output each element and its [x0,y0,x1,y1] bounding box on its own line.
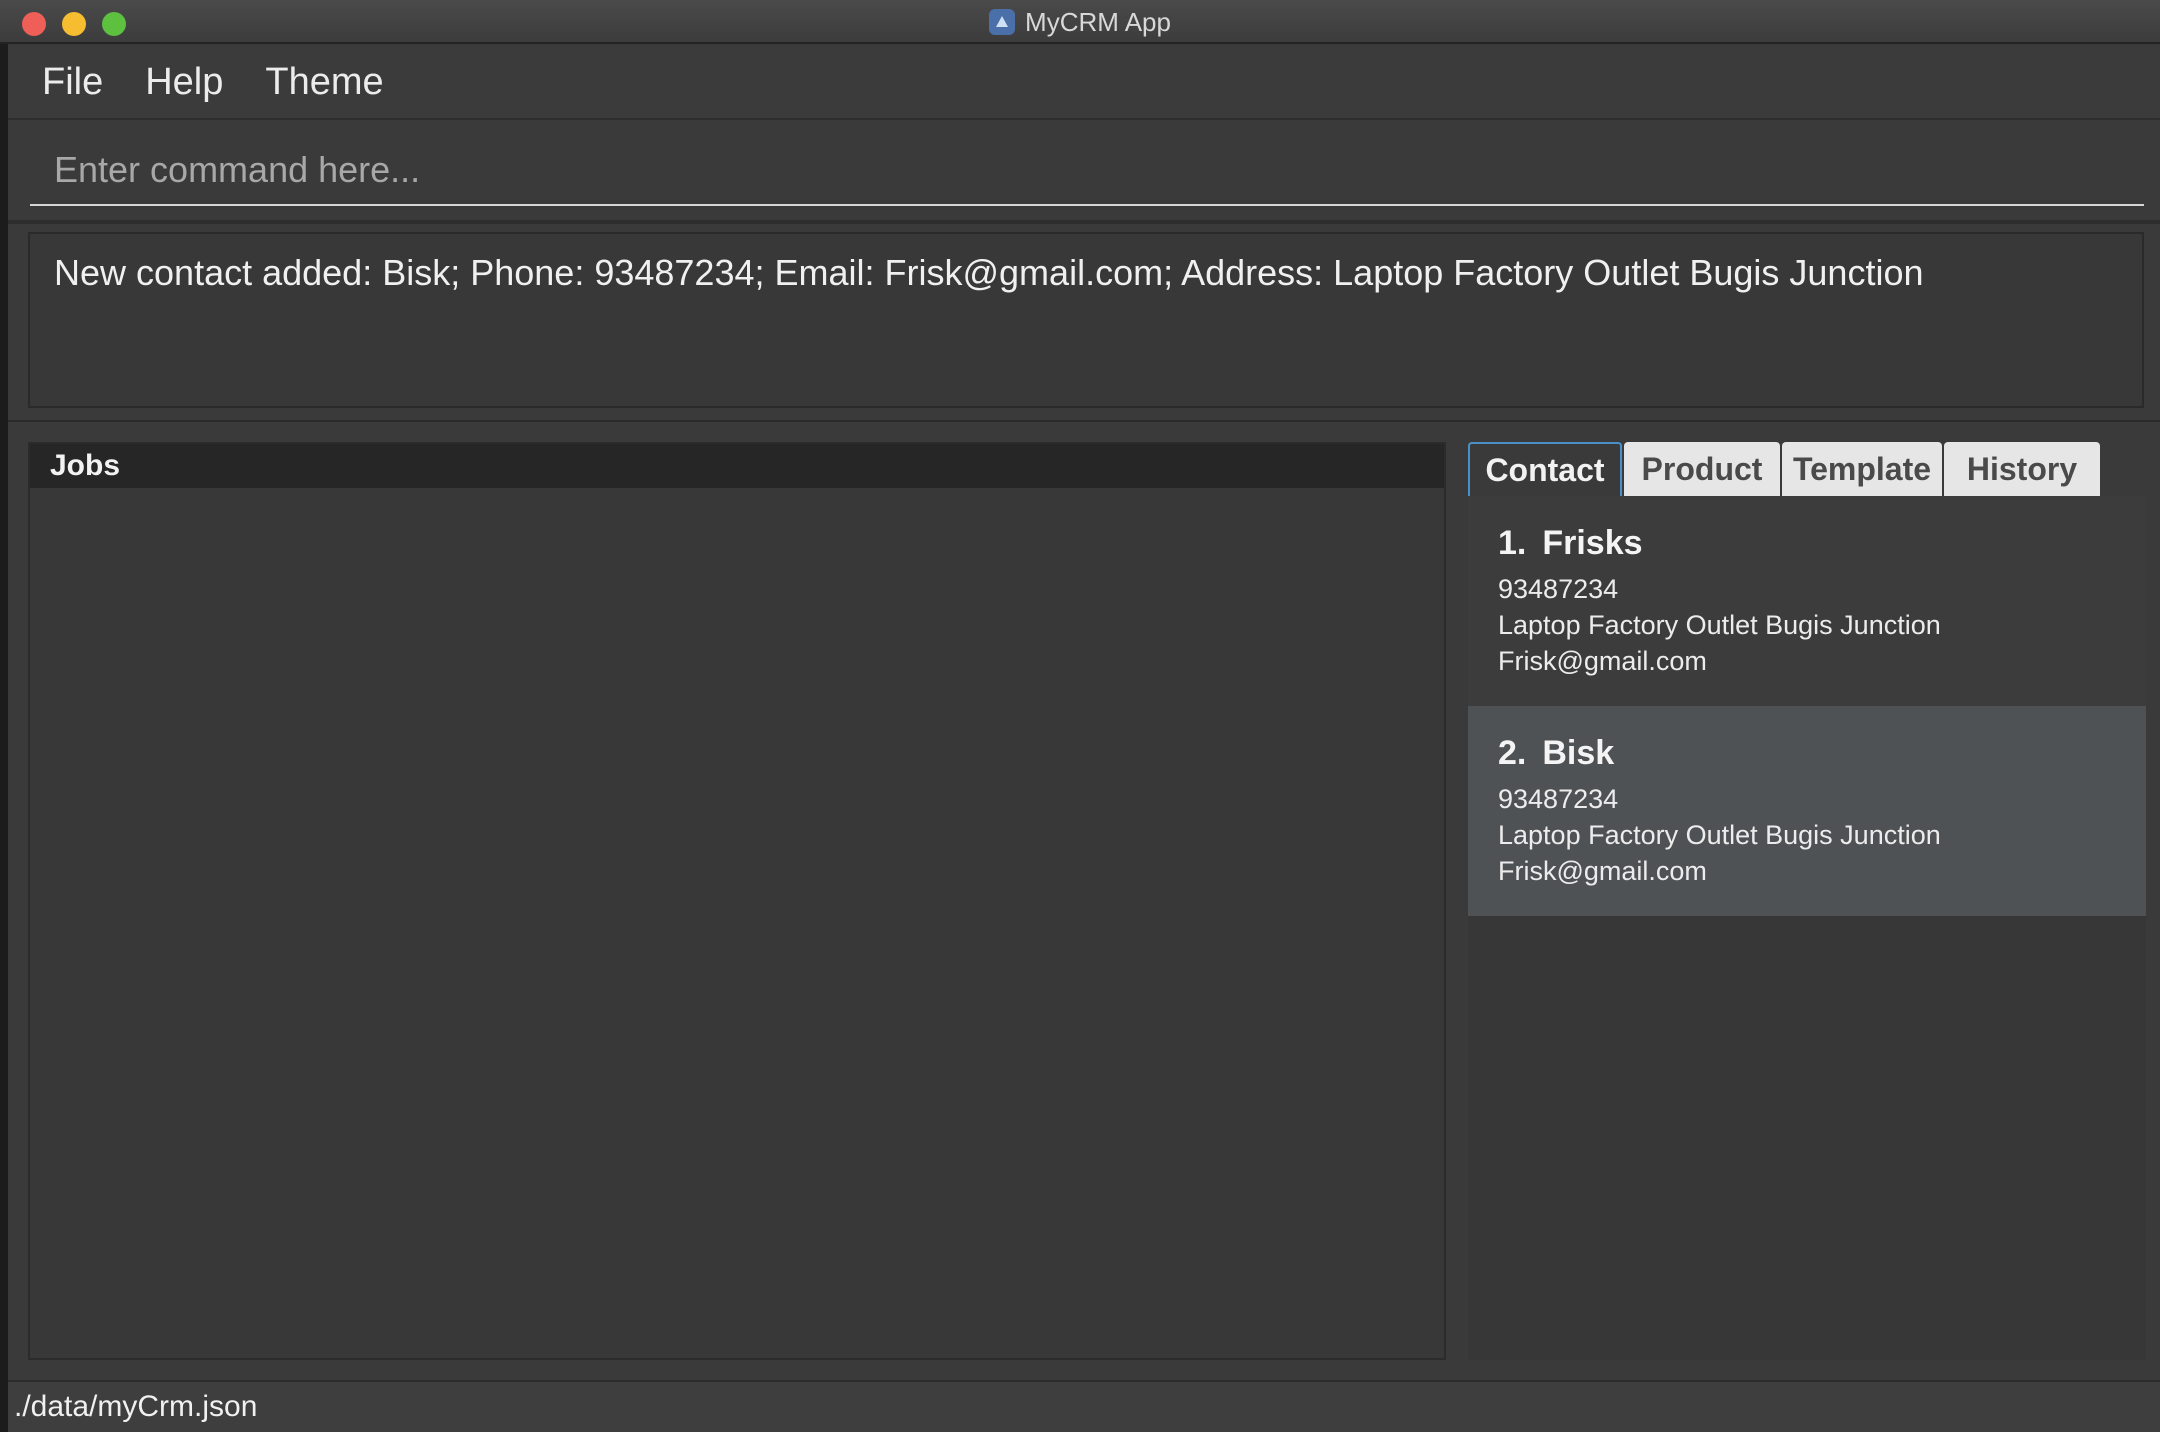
divider [8,420,2160,422]
status-bar: ./data/myCrm.json [8,1380,2160,1432]
result-message: New contact added: Bisk; Phone: 93487234… [54,252,1924,293]
contact-name: Frisks [1542,524,1643,562]
data-file-path: ./data/myCrm.json [14,1390,258,1423]
menu-theme[interactable]: Theme [265,61,383,104]
contact-name: Bisk [1542,734,1615,772]
contact-email: Frisk@gmail.com [1498,646,1707,676]
tab-contact[interactable]: Contact [1468,442,1622,496]
divider [8,220,2160,224]
contact-list[interactable]: 1. Frisks 93487234 Laptop Factory Outlet … [1468,496,2146,1360]
menu-file[interactable]: File [42,61,103,104]
contact-phone: 93487234 [1498,574,1619,604]
command-box [8,120,2160,220]
tab-product[interactable]: Product [1624,442,1780,496]
window-edge [0,44,8,1432]
contact-email: Frisk@gmail.com [1498,856,1707,886]
tab-template[interactable]: Template [1782,442,1942,496]
contact-phone: 93487234 [1498,784,1619,814]
jobs-panel: Jobs [28,442,1446,1360]
tab-history[interactable]: History [1944,442,2100,496]
contact-index: 1. [1498,524,1527,562]
result-display: New contact added: Bisk; Phone: 93487234… [28,232,2144,408]
contact-address: Laptop Factory Outlet Bugis Junction [1498,820,1941,850]
app-window: MyCRM App File Help Theme New contact ad… [0,0,2160,1432]
menu-bar: File Help Theme [8,46,2160,120]
title-bar: MyCRM App [0,0,2160,44]
command-input[interactable] [30,136,2144,206]
jobs-header: Jobs [30,444,1444,488]
menu-help[interactable]: Help [145,61,223,104]
app-logo-icon [989,9,1016,35]
contact-address: Laptop Factory Outlet Bugis Junction [1498,610,1941,640]
tab-bar: Contact Product Template History [1468,442,2100,496]
contact-index: 2. [1498,734,1527,772]
contact-card[interactable]: 1. Frisks 93487234 Laptop Factory Outlet … [1468,496,2146,706]
contact-card-selected[interactable]: 2. Bisk 93487234 Laptop Factory Outlet Bu… [1468,706,2146,916]
window-title: MyCRM App [1025,6,1171,37]
